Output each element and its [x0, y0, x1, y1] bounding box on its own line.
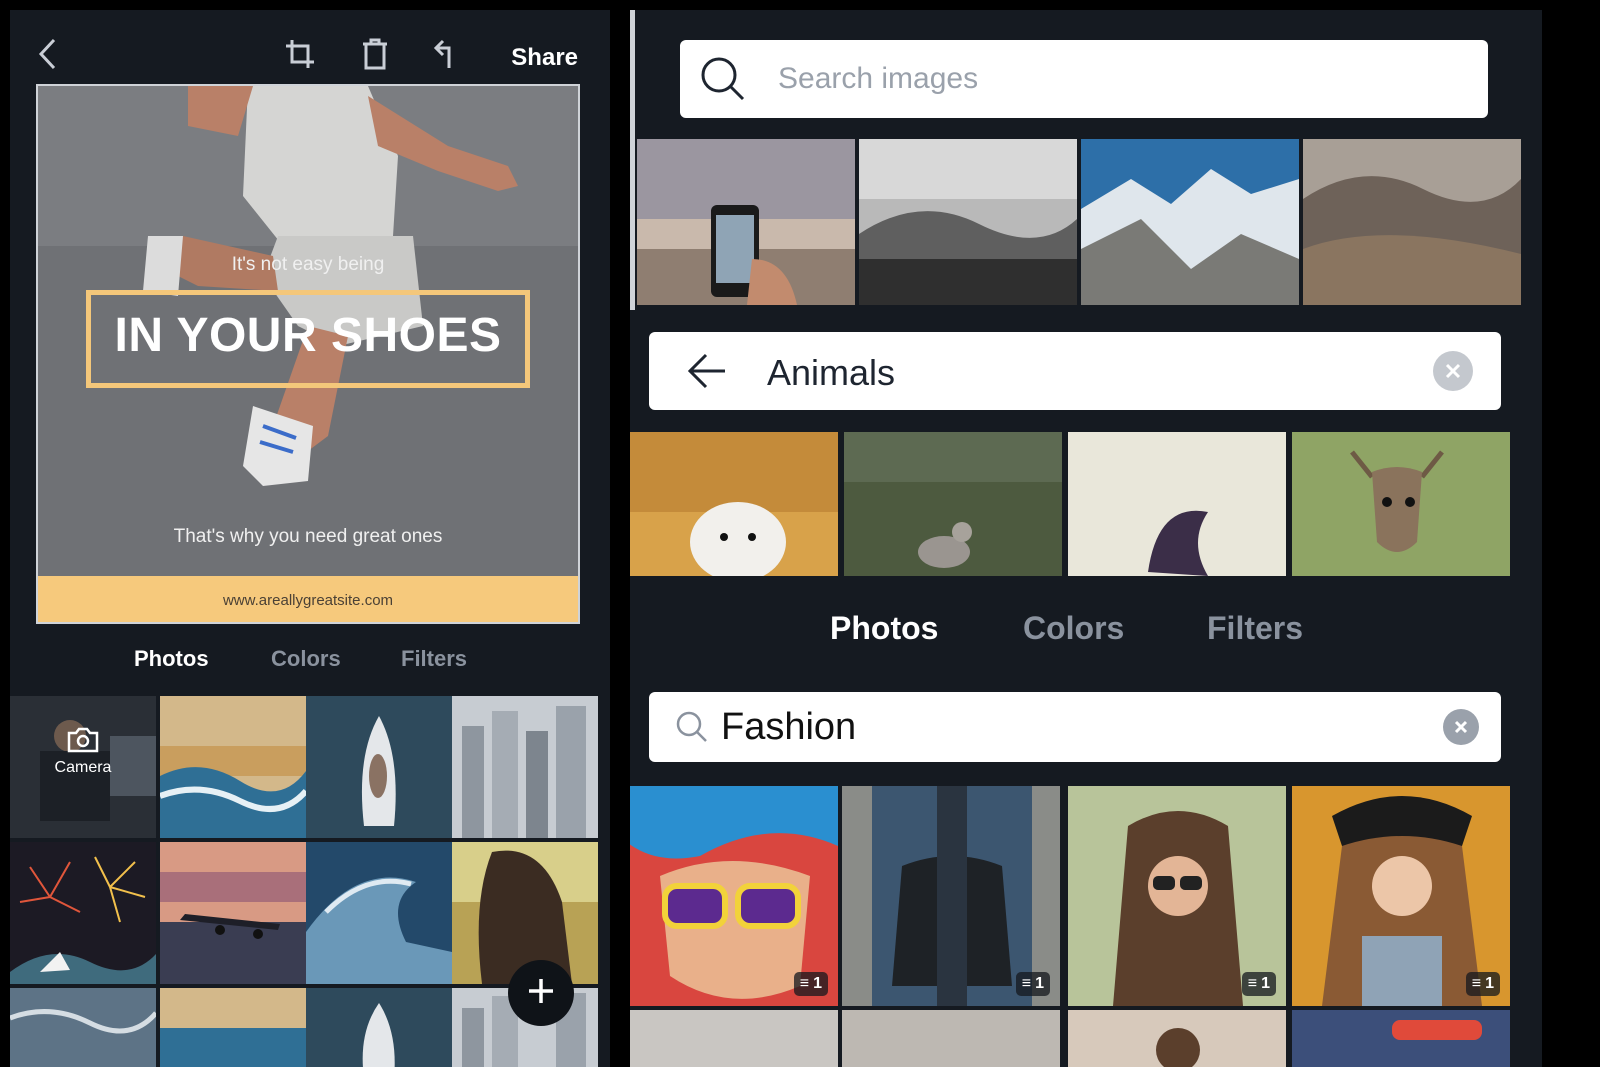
search-images-placeholder: Search images — [778, 62, 979, 95]
image-search-panel: Search images Animals Photos Colors Filt… — [630, 10, 1542, 1067]
stack-badge: ≡ 1 — [793, 972, 828, 996]
photo-tile[interactable] — [160, 842, 306, 984]
stack-icon: ≡ — [1021, 975, 1032, 992]
image-result[interactable]: ≡ 1 — [1068, 786, 1286, 1006]
stack-icon: ≡ — [1247, 975, 1258, 992]
image-result[interactable] — [1303, 139, 1521, 305]
image-result[interactable] — [1292, 432, 1510, 576]
tab-colors[interactable]: Colors — [1023, 610, 1124, 647]
animals-query: Animals — [767, 352, 896, 393]
stack-icon: ≡ — [799, 975, 810, 992]
search-images-section: Search images — [630, 10, 1542, 310]
plus-icon — [526, 976, 556, 1011]
badge-count: 1 — [813, 975, 822, 992]
tab-photos[interactable]: Photos — [830, 610, 938, 647]
image-result[interactable] — [1068, 432, 1286, 576]
photo-tile[interactable] — [452, 696, 598, 838]
search-images-field[interactable]: Search images — [680, 40, 1488, 118]
image-result[interactable]: ≡ 1 — [630, 786, 838, 1006]
design-canvas[interactable]: It's not easy being IN YOUR SHOES That's… — [36, 84, 580, 624]
clear-icon[interactable] — [1433, 351, 1473, 391]
arrow-left-icon[interactable] — [687, 352, 727, 395]
crop-icon[interactable] — [280, 34, 320, 74]
image-result[interactable]: ≡ 1 — [1292, 786, 1510, 1006]
image-result[interactable] — [844, 432, 1062, 576]
search-icon — [675, 710, 709, 749]
photo-tile[interactable] — [10, 842, 156, 984]
image-result[interactable] — [637, 139, 855, 305]
editor-panel: Share It's not easy being IN YOUR SHOES … — [10, 10, 610, 1067]
photo-tile[interactable] — [306, 842, 452, 984]
tab-filters[interactable]: Filters — [1207, 610, 1303, 647]
badge-count: 1 — [1035, 975, 1044, 992]
fashion-query: Fashion — [721, 706, 857, 748]
clear-icon[interactable] — [1443, 709, 1479, 745]
image-result[interactable] — [859, 139, 1077, 305]
photo-tile[interactable] — [160, 988, 306, 1067]
editor-toolbar: Share — [10, 10, 610, 90]
tab-colors[interactable]: Colors — [271, 646, 341, 672]
stack-badge: ≡ 1 — [1015, 972, 1050, 996]
badge-count: 1 — [1261, 975, 1270, 992]
image-result[interactable] — [842, 1010, 1060, 1067]
footer-url: www.areallygreatsite.com — [222, 591, 394, 609]
design-footer[interactable]: www.areallygreatsite.com — [38, 576, 578, 622]
stack-icon: ≡ — [1471, 975, 1482, 992]
design-subtitle[interactable]: It's not easy being — [38, 254, 578, 276]
badge-count: 1 — [1485, 975, 1494, 992]
camera-tile-content: Camera — [10, 726, 156, 777]
image-result[interactable] — [1292, 1010, 1510, 1067]
stack-badge: ≡ 1 — [1241, 972, 1276, 996]
camera-icon — [10, 726, 156, 759]
image-result[interactable] — [1081, 139, 1299, 305]
tab-filters[interactable]: Filters — [401, 646, 467, 672]
camera-tile[interactable]: Camera — [10, 696, 156, 838]
stack-badge: ≡ 1 — [1465, 972, 1500, 996]
animals-search-field[interactable]: Animals — [649, 332, 1501, 410]
image-result[interactable] — [1068, 1010, 1286, 1067]
photo-tile[interactable] — [10, 988, 156, 1067]
camera-label: Camera — [54, 759, 112, 776]
design-tagline[interactable]: That's why you need great ones — [38, 526, 578, 548]
chevron-left-icon[interactable] — [28, 34, 68, 74]
image-result[interactable] — [630, 432, 838, 576]
right-tab-bar: Photos Colors Filters — [630, 610, 1542, 660]
image-result[interactable]: ≡ 1 — [842, 786, 1060, 1006]
left-tab-bar: Photos Colors Filters — [10, 646, 610, 686]
design-headline[interactable]: IN YOUR SHOES — [86, 308, 530, 363]
undo-icon[interactable] — [425, 34, 465, 74]
photo-tile[interactable] — [306, 988, 452, 1067]
fashion-search-field[interactable]: Fashion — [649, 692, 1501, 762]
tab-photos[interactable]: Photos — [134, 646, 209, 672]
photo-tile[interactable] — [306, 696, 452, 838]
trash-icon[interactable] — [355, 34, 395, 74]
photo-tile[interactable] — [160, 696, 306, 838]
add-button[interactable] — [508, 960, 574, 1026]
search-icon — [698, 54, 748, 109]
share-button[interactable]: Share — [511, 44, 578, 72]
image-result[interactable] — [630, 1010, 838, 1067]
